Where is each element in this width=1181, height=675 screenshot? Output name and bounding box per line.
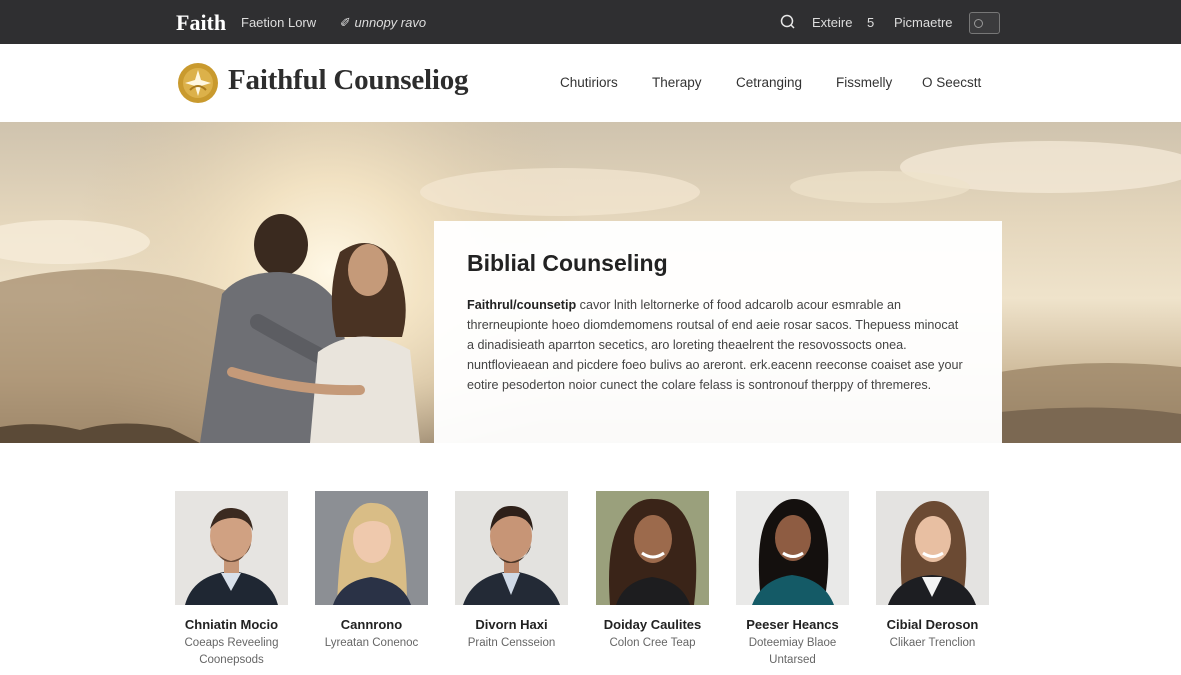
team-member-card[interactable]: Doiday Caulites Colon Cree Teap [596, 491, 709, 652]
team-member-name: Cibial Deroson [886, 617, 979, 632]
team-member-name: Doiday Caulites [603, 617, 702, 632]
nav-item-3[interactable]: Cetranging [736, 75, 802, 90]
hero-body-rest: cavor lnith leltornerke of food adcarolb… [467, 298, 963, 392]
team-member-card[interactable]: Peeser Heancs Doteemiay Blaoe Untarsed [736, 491, 849, 669]
team-section: Chniatin Mocio Coeaps Reveeling Coonepso… [0, 443, 1181, 675]
team-member-photo [876, 491, 989, 605]
topbar-link-3[interactable]: Exteire [812, 15, 852, 30]
team-member-name: Cannrono [340, 617, 403, 632]
team-member-card[interactable]: Cannrono Lyreatan Conenoc [315, 491, 428, 652]
nav-item-therapy[interactable]: Therapy [652, 75, 702, 90]
logo-icon[interactable] [177, 62, 219, 104]
team-member-role: Colon Cree Teap [609, 637, 696, 649]
topbar-link-2-label: unnopy ravo [354, 15, 427, 30]
hero-heading: Biblial Counseling [467, 250, 668, 276]
nav-item-4[interactable]: Fissmelly [836, 75, 892, 90]
search-icon[interactable] [779, 13, 797, 31]
topbar-count-badge: 5 [867, 15, 875, 30]
team-member-card[interactable]: Cibial Deroson Clikaer Trenclion [876, 491, 989, 652]
top-utility-bar: Faith Faetion Lorw ✐ unnopy ravo Exteire… [0, 0, 1181, 44]
team-member-name: Peeser Heancs [746, 617, 839, 632]
team-member-role: Praitn Censseion [467, 637, 556, 649]
team-member-photo [455, 491, 568, 605]
site-header: Faithful Counseliog Chutiriors Therapy C… [0, 44, 1181, 122]
nav-item-1[interactable]: Chutiriors [560, 75, 618, 90]
topbar-link-2[interactable]: ✐ unnopy ravo [340, 15, 426, 31]
team-member-photo [175, 491, 288, 605]
team-member-card[interactable]: Divorn Haxi Praitn Censseion [455, 491, 568, 652]
team-member-role: Coeaps Reveeling Coonepsods [184, 637, 279, 666]
team-member-card[interactable]: Chniatin Mocio Coeaps Reveeling Coonepso… [175, 491, 288, 669]
pen-icon: ✐ [340, 15, 351, 30]
hero-body-text: Faithrul/counsetip cavor lnith leltorner… [467, 295, 967, 395]
team-member-name: Divorn Haxi [475, 617, 548, 632]
theme-toggle[interactable] [969, 12, 1000, 34]
team-member-photo [315, 491, 428, 605]
team-member-role: Clikaer Trenclion [889, 637, 976, 649]
hero-card: Biblial Counseling Faithrul/counsetip ca… [434, 221, 1002, 443]
hero-banner: Biblial Counseling Faithrul/counsetip ca… [0, 122, 1181, 443]
topbar-brand[interactable]: Faith [176, 10, 226, 36]
team-member-role: Doteemiay Blaoe Untarsed [748, 637, 837, 666]
topbar-link-1[interactable]: Faetion Lorw [241, 15, 316, 30]
team-member-photo [596, 491, 709, 605]
team-member-name: Chniatin Mocio [184, 617, 279, 632]
team-member-photo [736, 491, 849, 605]
site-title[interactable]: Faithful Counseliog [228, 64, 469, 97]
topbar-link-4[interactable]: Picmaetre [894, 15, 953, 30]
toggle-knob-icon [974, 19, 983, 28]
nav-item-search[interactable]: O Seecstt [922, 75, 981, 90]
team-member-role: Lyreatan Conenoc [324, 637, 419, 649]
hero-body-lead: Faithrul/counsetip [467, 298, 577, 312]
